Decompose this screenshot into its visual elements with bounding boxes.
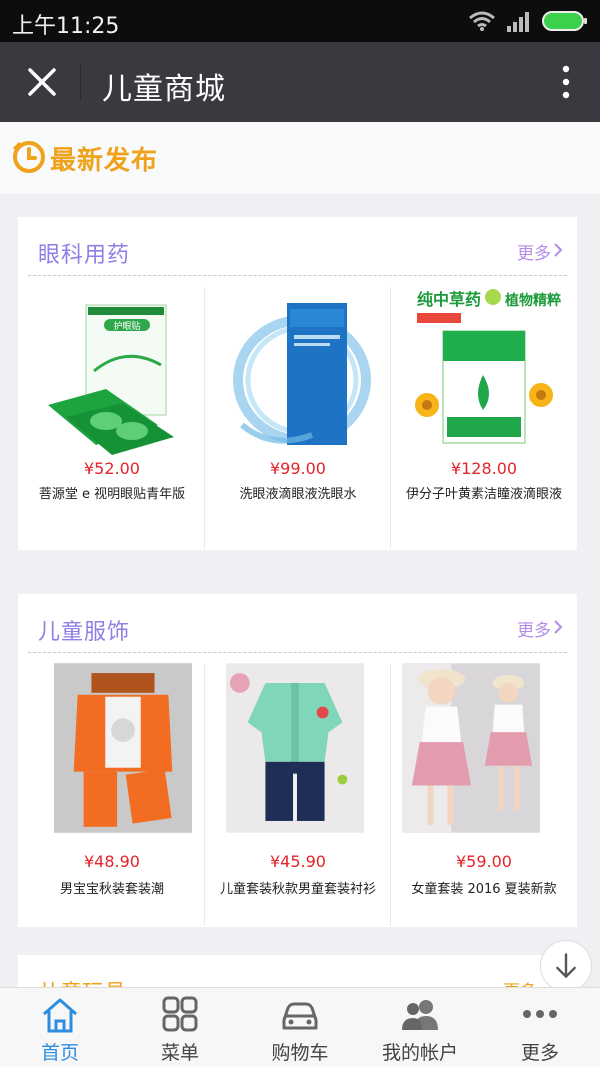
product-name: 伊分子叶黄素洁瞳液滴眼液 (405, 487, 562, 502)
product-image-eye-wash (233, 303, 371, 445)
home-icon (43, 998, 77, 1033)
tab-label: 我的帐户 (381, 1042, 458, 1064)
section-divider (28, 275, 567, 276)
tab-label: 购物车 (271, 1042, 329, 1064)
tab-more[interactable]: 更多 (480, 988, 600, 1067)
scroll-down-icon[interactable] (540, 940, 592, 992)
column-divider (204, 287, 205, 549)
product-name: 女童套装 2016 夏装新款 (411, 882, 557, 897)
column-divider (390, 287, 391, 549)
battery-icon (542, 11, 587, 31)
banner-label: 最新发布 (50, 146, 159, 176)
title-separator (80, 64, 81, 100)
section-header: 儿童服饰 更多 (18, 594, 577, 654)
section-title: 眼科用药 (38, 243, 131, 268)
product-image-orange-outfit (54, 663, 192, 833)
product-price: ¥45.90 (270, 852, 326, 871)
more-link[interactable]: 更多 (517, 239, 551, 264)
product-price: ¥52.00 (84, 459, 140, 478)
more-link[interactable]: 更多 (517, 616, 551, 641)
page-title: 儿童商城 (102, 72, 226, 107)
product-name: 儿童套装秋款男童套装衬衫 (219, 882, 376, 897)
bottom-tabbar: 首页 菜单 购物车 我的帐户 更多 (0, 987, 600, 1067)
tab-home[interactable]: 首页 (0, 988, 120, 1067)
users-icon (402, 1000, 438, 1030)
product-price: ¥99.00 (270, 459, 326, 478)
product-image-girls-outfit (402, 663, 540, 833)
product-image-shirt-jeans (226, 663, 364, 833)
section-title: 儿童服饰 (38, 620, 131, 645)
status-bar: 上午11:25 (0, 0, 600, 42)
tab-label: 菜单 (160, 1042, 199, 1064)
grid-icon (162, 996, 198, 1032)
section-eye-medicine: 眼科用药 更多 护眼贴 ¥52.00 菩源堂 e 视明眼贴青年版 ¥99.00 … (18, 217, 577, 550)
more-vert-icon[interactable] (558, 62, 574, 102)
product-name: 菩源堂 e 视明眼贴青年版 (38, 487, 186, 502)
tab-label: 首页 (40, 1042, 79, 1064)
status-time: 上午11:25 (12, 14, 120, 39)
dots-icon (523, 1010, 557, 1018)
product-price: ¥48.90 (84, 852, 140, 871)
section-header: 眼科用药 更多 (18, 217, 577, 277)
signal-icon (507, 12, 529, 32)
tab-menu[interactable]: 菜单 (120, 988, 240, 1067)
product-name: 男宝宝秋装套装潮 (59, 882, 164, 897)
image-text: 纯中草药 (417, 290, 481, 309)
section-divider (28, 652, 567, 653)
chevron-right-icon[interactable] (553, 619, 563, 635)
product-image-herbal-drops: 纯中草药 植物精粹 (415, 289, 561, 444)
close-icon[interactable] (22, 62, 62, 102)
status-icons (468, 9, 588, 33)
wifi-icon (469, 11, 495, 31)
tab-account[interactable]: 我的帐户 (360, 988, 480, 1067)
app-titlebar: 儿童商城 (0, 42, 600, 122)
car-icon (282, 1002, 318, 1030)
latest-banner: 最新发布 (0, 122, 600, 194)
section-kids-clothing: 儿童服饰 更多 ¥48.90 男宝宝秋装套装潮 ¥45.90 儿童套装秋款男童套… (18, 594, 577, 927)
tab-cart[interactable]: 购物车 (240, 988, 360, 1067)
image-text: 植物精粹 (504, 292, 561, 309)
tab-label: 更多 (520, 1042, 559, 1064)
product-name: 洗眼液滴眼液洗眼水 (239, 487, 357, 502)
product-image-eye-patch: 护眼贴 (48, 304, 174, 455)
clock-icon (12, 141, 45, 173)
chevron-right-icon[interactable] (553, 242, 563, 258)
product-price: ¥59.00 (456, 852, 512, 871)
image-text: 护眼贴 (113, 320, 140, 332)
product-price: ¥128.00 (450, 459, 518, 478)
